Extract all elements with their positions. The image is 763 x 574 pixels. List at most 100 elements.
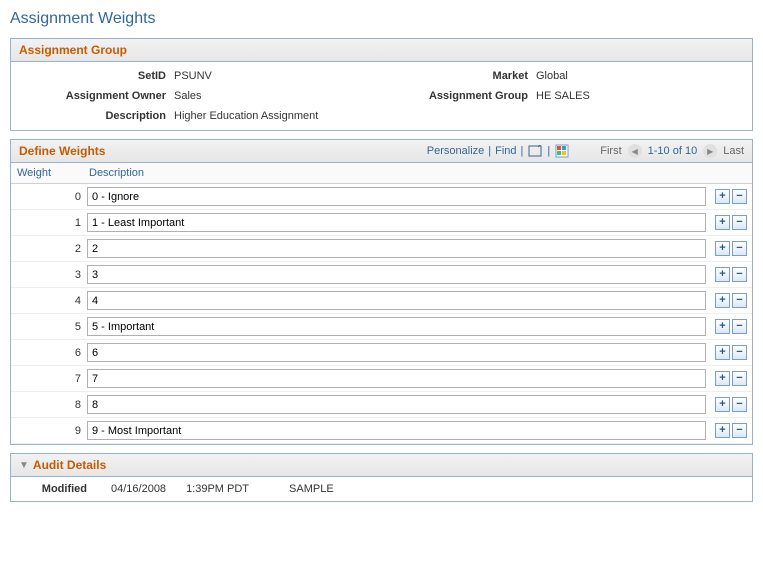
- description-cell: [83, 210, 710, 236]
- delete-row-button[interactable]: −: [732, 397, 747, 412]
- separator: |: [547, 145, 550, 157]
- assignment-group-title: Assignment Group: [19, 43, 127, 57]
- market-value: Global: [536, 70, 742, 82]
- description-input[interactable]: [87, 213, 706, 232]
- add-row-button[interactable]: +: [715, 241, 730, 256]
- actions-cell: +−: [710, 392, 752, 418]
- setid-value: PSUNV: [174, 70, 380, 82]
- weights-table: Weight Description 0+−1+−2+−3+−4+−5+−6+−…: [11, 163, 752, 444]
- add-row-button[interactable]: +: [715, 319, 730, 334]
- separator: |: [488, 145, 491, 157]
- table-row: 7+−: [11, 366, 752, 392]
- group-value: HE SALES: [536, 90, 742, 102]
- personalize-link[interactable]: Personalize: [427, 145, 484, 157]
- define-weights-title: Define Weights: [19, 144, 427, 158]
- delete-row-button[interactable]: −: [732, 423, 747, 438]
- add-row-button[interactable]: +: [715, 423, 730, 438]
- add-row-button[interactable]: +: [715, 215, 730, 230]
- weight-cell: 3: [11, 262, 83, 288]
- description-input[interactable]: [87, 291, 706, 310]
- actions-cell: +−: [710, 366, 752, 392]
- add-row-button[interactable]: +: [715, 189, 730, 204]
- description-cell: [83, 288, 710, 314]
- description-input[interactable]: [87, 421, 706, 440]
- description-cell: [83, 418, 710, 444]
- weight-cell: 4: [11, 288, 83, 314]
- add-row-button[interactable]: +: [715, 397, 730, 412]
- actions-cell: +−: [710, 418, 752, 444]
- audit-details-header[interactable]: ▼ Audit Details: [11, 454, 752, 477]
- col-header-description: Description: [83, 163, 710, 184]
- weight-cell: 1: [11, 210, 83, 236]
- nav-range[interactable]: 1-10 of 10: [648, 145, 698, 157]
- description-input[interactable]: [87, 265, 706, 284]
- zoom-icon[interactable]: [527, 144, 543, 158]
- description-cell: [83, 314, 710, 340]
- table-row: 9 +−: [11, 418, 752, 444]
- assignment-group-section: Assignment Group SetID PSUNV Market Glob…: [10, 38, 753, 131]
- table-row: 5+−: [11, 314, 752, 340]
- find-link[interactable]: Find: [495, 145, 516, 157]
- delete-row-button[interactable]: −: [732, 189, 747, 204]
- description-input[interactable]: [87, 187, 706, 206]
- table-row: 1 +−: [11, 210, 752, 236]
- description-input[interactable]: [87, 343, 706, 362]
- col-header-weight: Weight: [11, 163, 83, 184]
- actions-cell: +−: [710, 314, 752, 340]
- description-cell: [83, 366, 710, 392]
- assignment-group-header: Assignment Group: [11, 39, 752, 62]
- delete-row-button[interactable]: −: [732, 371, 747, 386]
- separator: |: [521, 145, 524, 157]
- weight-cell: 9: [11, 418, 83, 444]
- weight-cell: 8: [11, 392, 83, 418]
- group-label: Assignment Group: [388, 90, 528, 102]
- define-weights-section: Define Weights Personalize | Find | | Fi…: [10, 139, 753, 445]
- table-row: 4 +−: [11, 288, 752, 314]
- add-row-button[interactable]: +: [715, 371, 730, 386]
- nav-prev-icon[interactable]: ◀: [628, 144, 642, 158]
- add-row-button[interactable]: +: [715, 267, 730, 282]
- define-weights-toolbar: Define Weights Personalize | Find | | Fi…: [11, 140, 752, 163]
- delete-row-button[interactable]: −: [732, 215, 747, 230]
- delete-row-button[interactable]: −: [732, 293, 747, 308]
- actions-cell: +−: [710, 210, 752, 236]
- description-cell: [83, 262, 710, 288]
- nav-first[interactable]: First: [600, 145, 621, 157]
- modified-label: Modified: [21, 483, 91, 495]
- description-input[interactable]: [87, 239, 706, 258]
- actions-cell: +−: [710, 288, 752, 314]
- owner-value: Sales: [174, 90, 380, 102]
- nav-next-icon[interactable]: ▶: [703, 144, 717, 158]
- description-label: Description: [21, 110, 166, 122]
- weight-cell: 6: [11, 340, 83, 366]
- delete-row-button[interactable]: −: [732, 267, 747, 282]
- audit-details-title: Audit Details: [33, 458, 106, 472]
- description-value: Higher Education Assignment: [174, 110, 742, 122]
- page-title: Assignment Weights: [10, 10, 753, 28]
- description-input[interactable]: [87, 395, 706, 414]
- description-input[interactable]: [87, 317, 706, 336]
- delete-row-button[interactable]: −: [732, 241, 747, 256]
- description-cell: [83, 236, 710, 262]
- setid-label: SetID: [21, 70, 166, 82]
- nav-last[interactable]: Last: [723, 145, 744, 157]
- delete-row-button[interactable]: −: [732, 345, 747, 360]
- disclosure-icon[interactable]: ▼: [19, 460, 29, 471]
- modified-time: 1:39PM PDT: [186, 483, 249, 495]
- weight-cell: 2: [11, 236, 83, 262]
- actions-cell: +−: [710, 340, 752, 366]
- audit-details-section: ▼ Audit Details Modified 04/16/2008 1:39…: [10, 453, 753, 502]
- actions-cell: +−: [710, 262, 752, 288]
- description-input[interactable]: [87, 369, 706, 388]
- add-row-button[interactable]: +: [715, 293, 730, 308]
- add-row-button[interactable]: +: [715, 345, 730, 360]
- description-cell: [83, 184, 710, 210]
- table-row: 0 +−: [11, 184, 752, 210]
- actions-cell: +−: [710, 184, 752, 210]
- modified-user: SAMPLE: [289, 483, 334, 495]
- weight-cell: 0: [11, 184, 83, 210]
- table-row: 8 +−: [11, 392, 752, 418]
- delete-row-button[interactable]: −: [732, 319, 747, 334]
- modified-date: 04/16/2008: [111, 483, 166, 495]
- download-icon[interactable]: [554, 144, 570, 158]
